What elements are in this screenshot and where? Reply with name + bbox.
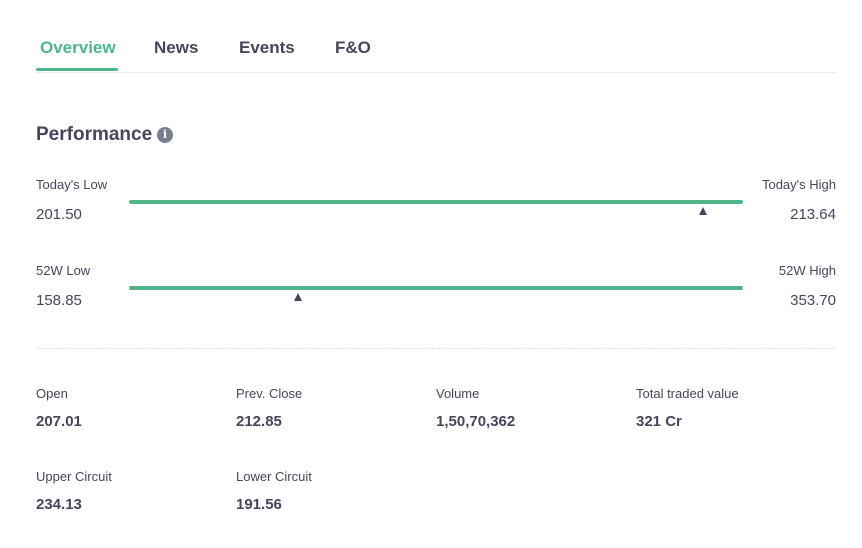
todays-low-value: 201.50 bbox=[36, 206, 82, 223]
52w-range-bar bbox=[129, 286, 743, 301]
todays-high-value: 213.64 bbox=[790, 206, 836, 223]
active-tab-indicator bbox=[36, 68, 118, 71]
prev-close-value: 212.85 bbox=[236, 413, 282, 430]
lower-circuit-value: 191.56 bbox=[236, 496, 282, 513]
open-label: Open bbox=[36, 386, 68, 401]
open-value: 207.01 bbox=[36, 413, 82, 430]
lower-circuit-label: Lower Circuit bbox=[236, 469, 312, 484]
todays-low-label: Today's Low bbox=[36, 177, 108, 192]
todays-range-bar bbox=[129, 200, 743, 215]
section-divider bbox=[36, 348, 836, 349]
52w-high-label: 52W High bbox=[778, 263, 836, 278]
prev-close-label: Prev. Close bbox=[236, 386, 303, 401]
stock-overview-panel: Overview News Events F&O Performance i T… bbox=[0, 0, 862, 548]
volume-label: Volume bbox=[436, 386, 480, 401]
upper-circuit-label: Upper Circuit bbox=[36, 469, 112, 484]
tab-overview[interactable]: Overview bbox=[40, 38, 116, 58]
tab-fno[interactable]: F&O bbox=[335, 38, 371, 58]
upper-circuit-value: 234.13 bbox=[36, 496, 82, 513]
info-icon[interactable]: i bbox=[157, 127, 173, 143]
tab-events[interactable]: Events bbox=[239, 38, 295, 58]
tab-bar: Overview News Events F&O bbox=[36, 0, 836, 73]
volume-value: 1,50,70,362 bbox=[436, 413, 516, 430]
performance-title: Performance bbox=[36, 124, 153, 145]
total-traded-value-label: Total traded value bbox=[636, 386, 739, 401]
todays-high-label: Today's High bbox=[761, 177, 836, 192]
52w-high-value: 353.70 bbox=[790, 292, 836, 309]
todays-price-marker-icon bbox=[699, 207, 708, 215]
total-traded-value-value: 321 Cr bbox=[636, 413, 682, 430]
tab-news[interactable]: News bbox=[154, 38, 198, 58]
52w-low-value: 158.85 bbox=[36, 292, 82, 309]
52w-price-marker-icon bbox=[294, 293, 303, 301]
52w-low-label: 52W Low bbox=[36, 263, 91, 278]
